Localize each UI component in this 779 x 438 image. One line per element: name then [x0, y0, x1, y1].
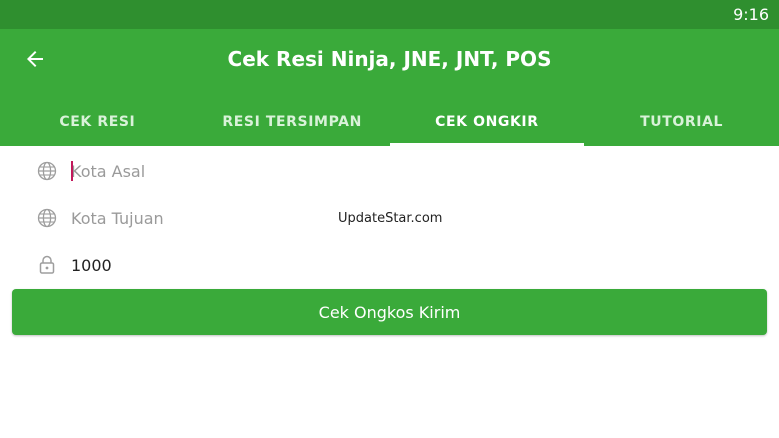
weight-input[interactable]	[71, 255, 671, 275]
origin-field-row	[36, 156, 736, 186]
tab-resi-tersimpan[interactable]: RESI TERSIMPAN	[195, 97, 390, 146]
app-bar: Cek Resi Ninja, JNE, JNT, POS CEK RESI R…	[0, 29, 779, 146]
check-shipping-cost-button[interactable]: Cek Ongkos Kirim	[12, 289, 767, 335]
globe-icon	[36, 207, 58, 229]
tab-label: CEK RESI	[59, 113, 136, 130]
status-time: 9:16	[733, 5, 769, 24]
globe-icon	[36, 160, 58, 182]
tab-cek-resi[interactable]: CEK RESI	[0, 97, 195, 146]
tab-bar: CEK RESI RESI TERSIMPAN CEK ONGKIR TUTOR…	[0, 97, 779, 146]
weight-field-row	[36, 250, 736, 280]
watermark: UpdateStar.com	[338, 211, 443, 226]
tab-tutorial[interactable]: TUTORIAL	[584, 97, 779, 146]
lock-icon	[36, 254, 58, 276]
text-caret	[71, 161, 73, 181]
tab-label: TUTORIAL	[640, 113, 724, 130]
tab-cek-ongkir[interactable]: CEK ONGKIR	[389, 97, 585, 146]
page-title: Cek Resi Ninja, JNE, JNT, POS	[227, 47, 552, 71]
status-bar: 9:16	[0, 0, 779, 29]
tab-indicator	[389, 143, 585, 146]
origin-city-input[interactable]	[71, 161, 671, 181]
button-label: Cek Ongkos Kirim	[318, 302, 461, 322]
tab-label: RESI TERSIMPAN	[222, 113, 362, 130]
tab-label: CEK ONGKIR	[435, 113, 539, 130]
